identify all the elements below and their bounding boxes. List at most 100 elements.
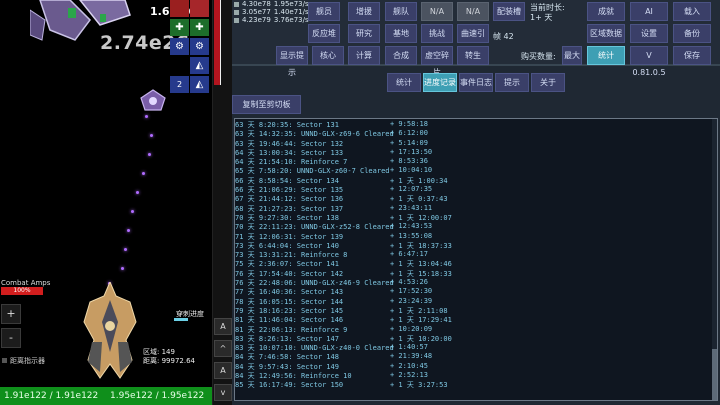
tab-progress-log[interactable]: 进度记录 xyxy=(423,73,457,92)
log-delta: + 2:10:45 xyxy=(390,361,428,370)
log-event: 85 天 16:17:49: Sector 150 xyxy=(235,381,344,390)
log-row: 77 天 16:40:36: Sector 143 + 17:52:30 xyxy=(235,287,705,296)
triangle-ability-icon[interactable]: ◭ xyxy=(190,57,209,74)
resource-row: 4.30e78 1.95e73/s xyxy=(234,0,309,8)
log-row: 63 天 8:20:35: Sector 131 + 9:58:18 xyxy=(235,120,705,129)
log-delta: + 21:39:48 xyxy=(390,352,433,361)
jump-progress-bar xyxy=(174,318,188,321)
core-button[interactable]: 核心 xyxy=(312,46,344,65)
log-row: 71 天 12:06:31: Sector 139 + 13:55:08 xyxy=(235,232,705,241)
log-row: 84 天 12:49:56: Reinforce 10 + 2:52:13 xyxy=(235,371,705,380)
log-row: 70 天 9:27:30: Sector 138 + 1 天 12:00:07 xyxy=(235,213,705,222)
projectile xyxy=(124,248,127,251)
menu-panel: 4.30e78 1.95e73/s 3.05e77 1.40e71/s 4.23e7… xyxy=(232,0,720,405)
prestige-button[interactable]: 转生 xyxy=(457,46,489,65)
auto-button-2[interactable]: A xyxy=(214,362,232,379)
sector-label: 区域: 149 xyxy=(143,348,175,356)
fleet-button[interactable]: 舰队 xyxy=(385,2,417,21)
reactor-button[interactable]: 反应堆 xyxy=(308,24,340,43)
green-ability-icon[interactable]: ✚ xyxy=(190,19,209,36)
log-row: 83 天 10:07:10: UNND-GLX-z40-0 Cleared + 1… xyxy=(235,343,705,352)
buy-quantity-label: 购买数量: xyxy=(521,52,556,61)
counter-badge: 2 xyxy=(170,76,189,93)
tab-statistics[interactable]: 统计 xyxy=(387,73,421,92)
projectile xyxy=(145,115,148,118)
resource-list: 4.30e78 1.95e73/s 3.05e77 1.40e71/s 4.23e7… xyxy=(234,0,309,24)
achievements-button[interactable]: 成就 xyxy=(587,2,625,21)
log-row: 75 天 2:36:07: Sector 141 + 1 天 13:04:46 xyxy=(235,259,705,268)
red-ability-icon[interactable] xyxy=(170,0,189,17)
distance-label: 距离: 99972.64 xyxy=(143,357,195,365)
auto-button[interactable]: A xyxy=(214,318,232,335)
loadout-button[interactable]: 配装槽 xyxy=(493,2,525,21)
log-delta: + 8:53:36 xyxy=(390,157,428,166)
crew-button[interactable]: 舰员 xyxy=(308,2,340,21)
log-row: 73 天 13:31:21: Reinforce 8 + 6:47:17 xyxy=(235,250,705,259)
challenge-button[interactable]: 挑战 xyxy=(421,24,453,43)
log-row: 81 天 11:46:04: Sector 146 + 1 天 17:29:41 xyxy=(235,315,705,324)
zoom-in-button[interactable]: + xyxy=(1,304,21,324)
warp-engine-button[interactable]: 曲速引擎 xyxy=(457,24,489,55)
base-button[interactable]: 基地 xyxy=(385,24,417,43)
combat-amps-label: Combat Amps xyxy=(1,279,51,287)
combat-amps-bar: 100% xyxy=(1,287,43,295)
version-button[interactable]: V 0.81.0.5 xyxy=(630,46,668,77)
show-tips-button[interactable]: 显示提示 xyxy=(276,46,308,77)
log-delta: + 2:52:13 xyxy=(390,371,428,380)
compute-button[interactable]: 计算 xyxy=(348,46,380,65)
log-row: 79 天 18:16:23: Sector 145 + 1 天 2:11:08 xyxy=(235,306,705,315)
log-row: 64 天 21:54:10: Reinforce 7 + 8:53:36 xyxy=(235,157,705,166)
log-scrollbar-thumb[interactable] xyxy=(712,349,717,400)
log-row: 81 天 22:06:13: Reinforce 9 + 10:20:09 xyxy=(235,325,705,334)
game-viewport[interactable]: 1.6 e26 2.74e26 ✚ ✚ ⚙ ⚙ ◭ 2 ◭ Combat Amp… xyxy=(0,0,212,405)
gear-ability-icon[interactable]: ⚙ xyxy=(170,38,189,55)
na-button-2[interactable]: N/A xyxy=(457,2,489,21)
green-ability-icon[interactable]: ✚ xyxy=(170,19,189,36)
log-delta: + 10:20:09 xyxy=(390,324,433,333)
red-ability-icon[interactable] xyxy=(190,0,209,17)
hp-gauge xyxy=(214,0,221,85)
triangle-ability-icon[interactable]: ◭ xyxy=(190,76,209,93)
projectile xyxy=(127,229,130,232)
zoom-out-button[interactable]: - xyxy=(1,328,21,348)
na-button-1[interactable]: N/A xyxy=(421,2,453,21)
scroll-up-button[interactable]: ^ xyxy=(214,340,232,357)
projectile xyxy=(136,191,139,194)
backup-button[interactable]: 备份 xyxy=(673,24,711,43)
hull-right-value: 1.95e122 / 1.95e122 xyxy=(110,391,205,401)
tab-event-log[interactable]: 事件日志 xyxy=(459,73,493,92)
sector-info: 区域: 149 距离: 99972.64 xyxy=(143,348,195,366)
log-scrollbar[interactable] xyxy=(712,119,717,400)
log-delta: + 6:47:17 xyxy=(390,250,428,259)
ai-button[interactable]: AI xyxy=(630,2,668,21)
statistics-button[interactable]: 统计 xyxy=(587,46,625,65)
log-row: 68 天 21:27:23: Sector 137 + 23:43:11 xyxy=(235,204,705,213)
settings-button[interactable]: 设置 xyxy=(630,24,668,43)
scroll-down-button[interactable]: v xyxy=(214,384,232,401)
save-button[interactable]: 保存 xyxy=(673,46,711,65)
distance-indicator-toggle[interactable]: 距离指示器 xyxy=(2,356,45,366)
tab-about[interactable]: 关于 xyxy=(531,73,565,92)
hull-left-value: 1.91e122 / 1.91e122 xyxy=(4,391,99,401)
tab-tips[interactable]: 提示 xyxy=(495,73,529,92)
progress-log-rows: 63 天 8:20:35: Sector 131 + 9:58:18 63 天 14… xyxy=(235,120,705,390)
reinforce-button[interactable]: 增援 xyxy=(348,2,380,21)
log-row: 63 天 19:46:44: Sector 132 + 5:14:09 xyxy=(235,139,705,148)
fleet-frame-label: 帧 42 xyxy=(493,32,514,41)
progress-log[interactable]: 63 天 8:20:35: Sector 131 + 9:58:18 63 天 14… xyxy=(234,118,718,401)
log-delta: + 17:52:30 xyxy=(390,287,433,296)
gear-ability-icon[interactable]: ⚙ xyxy=(190,38,209,55)
log-row: 76 天 17:54:40: Sector 142 + 1 天 15:18:33 xyxy=(235,269,705,278)
copy-to-clipboard-button[interactable]: 复制至剪切板 xyxy=(232,95,301,114)
void-shards-button[interactable]: 虚空碎片 xyxy=(421,46,453,77)
log-row: 84 天 9:57:43: Sector 149 + 2:10:45 xyxy=(235,362,705,371)
resource-icon xyxy=(234,17,239,23)
projectile xyxy=(121,267,124,270)
load-button[interactable]: 载入 xyxy=(673,2,711,21)
research-button[interactable]: 研究 xyxy=(348,24,380,43)
resource-row: 3.05e77 1.40e71/s xyxy=(234,8,309,16)
sector-data-button[interactable]: 区域数据 xyxy=(587,24,625,43)
max-buy-button[interactable]: 最大 xyxy=(562,46,582,65)
projectile xyxy=(148,153,151,156)
synthesize-button[interactable]: 合成 xyxy=(385,46,417,65)
